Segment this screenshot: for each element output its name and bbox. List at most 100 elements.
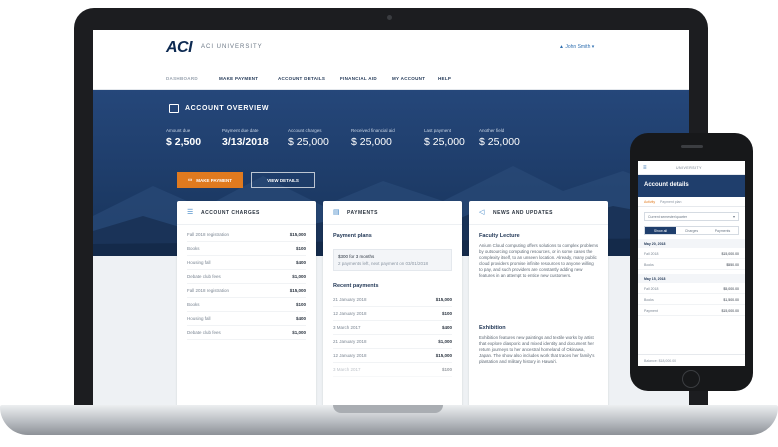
- phone-speaker: [681, 145, 703, 148]
- row-label: 3 March 2017: [333, 325, 361, 330]
- row-label: Fall 2018 registration: [187, 288, 230, 293]
- stat-value: $ 25,000: [351, 136, 392, 148]
- laptop-screen: ACI ACI UNIVERSITY ▲ John Smith ▾ DASHBO…: [93, 30, 689, 412]
- row-label: Payment: [644, 309, 658, 313]
- account-overview-title: ACCOUNT OVERVIEW: [185, 105, 270, 112]
- list-item[interactable]: Fall 2018 $15,000.00: [638, 248, 745, 259]
- news-item-title[interactable]: Faculty Lecture: [479, 233, 520, 239]
- phone-page-title: Account details: [644, 182, 689, 188]
- stat-value: $ 2,500: [166, 136, 202, 148]
- aci-logo[interactable]: ACI: [166, 39, 193, 57]
- row-amount: $15,000.00: [721, 309, 739, 313]
- stat-last-payment: Last payment $ 25,000: [424, 128, 465, 148]
- row-amount: $400: [441, 325, 452, 330]
- university-name: ACI UNIVERSITY: [201, 44, 263, 50]
- table-row: 3 March 2017 $100: [333, 367, 452, 377]
- phone-frame: ≡ UNIVERSITY Account details Activity Pa…: [630, 133, 753, 391]
- tab-payment-plan[interactable]: Payment plan: [660, 200, 681, 204]
- payments-card: ▤ PAYMENTS Payment plans $300 for 3 mont…: [323, 201, 462, 412]
- row-label: Books: [644, 298, 654, 302]
- row-amount: $550.00: [726, 263, 739, 267]
- nav-my-account[interactable]: MY ACCOUNT: [392, 76, 425, 81]
- news-updates-card: ◁ NEWS AND UPDATES Faculty Lecture Anium…: [469, 201, 608, 412]
- list-item[interactable]: Fall 2018 $5,000.00: [638, 283, 745, 294]
- account-charges-card: ☰ ACCOUNT CHARGES Fall 2018 registration…: [177, 201, 316, 412]
- stat-label: Account charges: [288, 128, 322, 133]
- row-amount: $15,000: [289, 232, 306, 237]
- card-header: ▤ PAYMENTS: [323, 201, 462, 225]
- row-label: 12 January 2018: [333, 311, 367, 316]
- make-payment-button[interactable]: ▭ MAKE PAYMENT: [177, 172, 243, 188]
- make-payment-label: MAKE PAYMENT: [196, 177, 233, 183]
- row-amount: $1,000: [292, 330, 306, 335]
- view-details-button[interactable]: VIEW DETAILS: [251, 172, 315, 188]
- filter-payments[interactable]: Payments: [707, 227, 738, 234]
- row-label: 12 January 2018: [333, 353, 367, 358]
- activity-filter: Show all Charges Payments: [644, 226, 739, 235]
- payment-plan-box[interactable]: $300 for 3 months 2 payments left, next …: [333, 249, 452, 271]
- semester-select[interactable]: Current semester/quarter ▾: [644, 212, 739, 221]
- stat-account-charges: Account charges $ 25,000: [288, 128, 329, 148]
- account-overview-icon: [169, 104, 179, 113]
- stat-value: $ 25,000: [479, 136, 520, 148]
- row-label: Fall 2018: [644, 287, 659, 291]
- row-label: Debate club fees: [187, 330, 221, 335]
- list-item[interactable]: Books $1,500.00: [638, 294, 745, 305]
- row-amount: $100: [295, 302, 306, 307]
- row-amount: $1,500.00: [723, 298, 739, 302]
- list-item[interactable]: Payment $15,000.00: [638, 305, 745, 316]
- row-label: Housing fall: [187, 260, 211, 265]
- filter-show-all[interactable]: Show all: [645, 227, 676, 234]
- row-amount: $100: [441, 311, 452, 316]
- semester-select-value: Current semester/quarter: [648, 215, 688, 219]
- table-row: 21 January 2018 $15,000: [333, 297, 452, 307]
- row-amount: $100: [441, 367, 452, 372]
- table-row: Housing fall $400: [187, 260, 306, 270]
- table-row: Housing fall $400: [187, 316, 306, 326]
- nav-account-details[interactable]: ACCOUNT DETAILS: [278, 76, 325, 81]
- nav-make-payment[interactable]: MAKE PAYMENT: [219, 76, 258, 81]
- phone-home-button[interactable]: [682, 370, 700, 388]
- nav-dashboard[interactable]: DASHBOARD: [166, 76, 198, 81]
- row-label: Books: [187, 246, 200, 251]
- row-amount: $15,000.00: [721, 252, 739, 256]
- phone-tabs: Activity Payment plan: [638, 197, 745, 207]
- recent-payments-heading: Recent payments: [333, 283, 379, 289]
- nav-help[interactable]: HELP: [438, 76, 451, 81]
- user-menu[interactable]: ▲ John Smith ▾: [559, 44, 594, 50]
- stat-value: 3/13/2018: [222, 136, 269, 148]
- row-label: Fall 2018 registration: [187, 232, 230, 237]
- table-row: Books $100: [187, 246, 306, 256]
- row-amount: $5,000.00: [723, 287, 739, 291]
- stat-label: Received financial aid: [351, 128, 395, 133]
- nav-financial-aid[interactable]: FINANCIAL AID: [340, 76, 377, 81]
- hamburger-menu-icon[interactable]: ≡: [643, 165, 647, 171]
- card-header: ☰ ACCOUNT CHARGES: [177, 201, 316, 225]
- news-megaphone-icon: ◁: [479, 209, 485, 216]
- row-amount: $15,000: [289, 288, 306, 293]
- table-row: 3 March 2017 $400: [333, 325, 452, 335]
- card-title: NEWS AND UPDATES: [493, 210, 553, 216]
- laptop-camera: [387, 15, 392, 20]
- stat-label: Last payment: [424, 128, 452, 133]
- filter-charges[interactable]: Charges: [676, 227, 707, 234]
- row-amount: $100: [295, 246, 306, 251]
- plan-subline: 2 payments left, next payment on 03/01/2…: [338, 261, 429, 266]
- news-item-title[interactable]: Exhibition: [479, 325, 506, 331]
- stat-label: Payment due date: [222, 128, 259, 133]
- tab-activity[interactable]: Activity: [644, 200, 655, 204]
- row-amount: $15,000: [435, 297, 452, 302]
- stat-label: Another field: [479, 128, 505, 133]
- stat-payment-due-date: Payment due date 3/13/2018: [222, 128, 269, 148]
- row-label: Housing fall: [187, 316, 211, 321]
- stat-another-field: Another field $ 25,000: [479, 128, 520, 148]
- table-row: Fall 2018 registration $15,000: [187, 288, 306, 298]
- main-nav: DASHBOARD MAKE PAYMENT ACCOUNT DETAILS F…: [93, 68, 689, 90]
- phone-header: ≡ UNIVERSITY: [638, 161, 745, 175]
- app-header: ACI ACI UNIVERSITY ▲ John Smith ▾: [93, 30, 689, 68]
- table-row: 21 January 2018 $1,000: [333, 339, 452, 349]
- table-row: Books $100: [187, 302, 306, 312]
- row-amount: $400: [295, 260, 306, 265]
- list-item[interactable]: Books $550.00: [638, 259, 745, 270]
- stat-value: $ 25,000: [288, 136, 329, 148]
